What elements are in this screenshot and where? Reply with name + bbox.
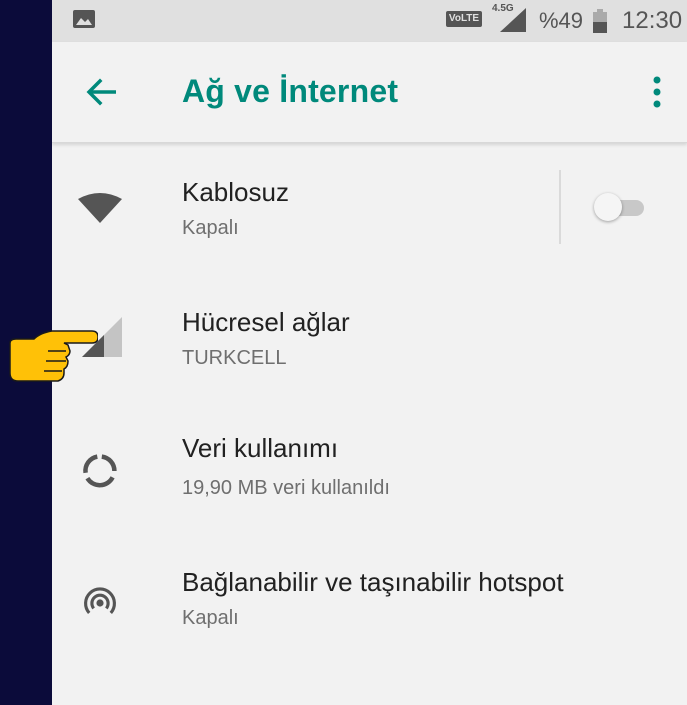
app-toolbar: Ağ ve İnternet xyxy=(52,42,687,143)
status-bar: VoLTE 4.5G %49 12:30 xyxy=(52,0,687,42)
item-subtitle: Kapalı xyxy=(182,217,239,239)
volte-badge: VoLTE xyxy=(446,11,482,27)
hotspot-icon xyxy=(84,587,116,614)
divider xyxy=(559,170,561,244)
image-notification-icon xyxy=(73,10,95,28)
battery-icon xyxy=(593,9,607,33)
battery-percentage: %49 xyxy=(539,8,584,33)
list-item-hotspot[interactable]: Bağlanabilir ve taşınabilir hotspot Kapa… xyxy=(52,535,687,665)
signal-strength-icon xyxy=(500,8,526,32)
item-title: Kablosuz xyxy=(182,177,289,207)
item-subtitle: 19,90 MB veri kullanıldı xyxy=(182,477,390,499)
list-item-wifi[interactable]: Kablosuz Kapalı xyxy=(52,145,687,275)
item-subtitle: Kapalı xyxy=(182,607,239,629)
back-arrow-icon[interactable] xyxy=(86,78,118,106)
item-subtitle: TURKCELL xyxy=(182,347,287,369)
data-usage-icon xyxy=(83,454,117,488)
item-title: Veri kullanımı xyxy=(182,433,339,463)
list-item-cellular[interactable]: Hücresel ağlar TURKCELL xyxy=(52,275,687,405)
phone-screen: VoLTE 4.5G %49 12:30 Ağ ve İnternet Kabl… xyxy=(52,0,687,705)
clock: 12:30 xyxy=(622,7,683,34)
list-item-data-usage[interactable]: Veri kullanımı 19,90 MB veri kullanıldı xyxy=(52,405,687,535)
page-title: Ağ ve İnternet xyxy=(182,73,399,109)
item-title: Bağlanabilir ve taşınabilir hotspot xyxy=(182,567,564,597)
toggle-thumb xyxy=(594,193,622,221)
more-options-icon[interactable] xyxy=(652,72,662,112)
item-title: Hücresel ağlar xyxy=(182,307,350,337)
wifi-toggle[interactable] xyxy=(594,192,656,222)
wifi-icon xyxy=(78,193,122,223)
pointing-hand-icon xyxy=(9,330,98,382)
